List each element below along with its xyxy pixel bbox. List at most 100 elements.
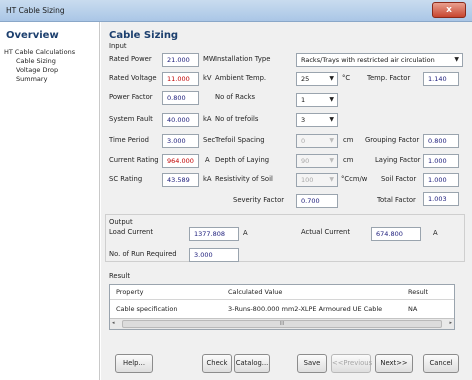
page-title: Cable Sizing bbox=[109, 30, 179, 41]
result-table[interactable]: Property Calculated Value Result Cable s… bbox=[109, 284, 455, 330]
resistivity-of-soil-select[interactable]: 100 ▼ bbox=[296, 173, 338, 187]
column-header-calculated-value: Calculated Value bbox=[228, 288, 283, 296]
check-button[interactable]: Check bbox=[202, 354, 232, 373]
depth-of-laying-select[interactable]: 90 ▼ bbox=[296, 154, 338, 168]
sc-rating-field[interactable]: 43.589 bbox=[162, 173, 199, 187]
scroll-right-icon[interactable]: ▸ bbox=[449, 320, 452, 326]
trefoil-spacing-unit: cm bbox=[343, 136, 354, 144]
installation-type-select[interactable]: Racks/Trays with restricted air circulat… bbox=[296, 53, 463, 67]
load-current-field[interactable]: 1377.808 bbox=[189, 227, 239, 241]
rated-voltage-label: Rated Voltage bbox=[109, 74, 157, 82]
rated-voltage-field[interactable]: 11.000 bbox=[162, 72, 199, 86]
catalog-button[interactable]: Catalog... bbox=[234, 354, 270, 373]
trefoil-spacing-select[interactable]: 0 ▼ bbox=[296, 134, 338, 148]
table-cell-result: NA bbox=[408, 305, 418, 313]
horizontal-scrollbar[interactable]: ◂ III ▸ bbox=[110, 318, 454, 329]
severity-factor-field[interactable]: 0.700 bbox=[296, 194, 338, 208]
rated-voltage-unit: kV bbox=[203, 74, 212, 82]
no-of-racks-label: No of Racks bbox=[215, 93, 256, 101]
soil-factor-label: Soil Factor bbox=[381, 175, 417, 183]
save-button[interactable]: Save bbox=[297, 354, 327, 373]
load-current-unit: A bbox=[243, 229, 248, 237]
installation-type-label: Installation Type bbox=[215, 55, 271, 63]
sidebar-item-summary[interactable]: Summary bbox=[16, 75, 47, 83]
chevron-down-icon: ▼ bbox=[329, 157, 334, 164]
sidebar-item-cable-sizing[interactable]: Cable Sizing bbox=[16, 57, 56, 65]
trefoil-spacing-value: 0 bbox=[301, 137, 306, 145]
ambient-temp-unit: °C bbox=[342, 74, 351, 82]
temp-factor-label: Temp. Factor bbox=[367, 74, 411, 82]
column-header-result: Result bbox=[408, 288, 429, 296]
total-factor-label: Total Factor bbox=[377, 196, 416, 204]
time-period-field[interactable]: 3.000 bbox=[162, 134, 199, 148]
trefoil-spacing-label: Trefoil Spacing bbox=[215, 136, 265, 144]
title-bar: HT Cable Sizing x bbox=[0, 0, 472, 22]
laying-factor-field[interactable]: 1.000 bbox=[423, 154, 459, 168]
table-cell-calculated-value: 3-Runs-800.000 mm2-XLPE Armoured UE Cabl… bbox=[228, 305, 383, 313]
chevron-down-icon: ▼ bbox=[329, 75, 334, 82]
temp-factor-field[interactable]: 1.140 bbox=[423, 72, 459, 86]
depth-of-laying-unit: cm bbox=[343, 156, 354, 164]
sidebar-header: Overview bbox=[6, 30, 59, 41]
current-rating-field[interactable]: 964.000 bbox=[162, 154, 199, 168]
column-header-property: Property bbox=[116, 288, 144, 296]
time-period-unit: Sec bbox=[203, 136, 216, 144]
power-factor-field[interactable]: 0.800 bbox=[162, 91, 199, 105]
sc-rating-unit: kA bbox=[203, 175, 212, 183]
table-cell-property: Cable specification bbox=[116, 305, 178, 313]
ambient-temp-select[interactable]: 25 ▼ bbox=[296, 72, 338, 86]
result-section-label: Result bbox=[109, 272, 131, 280]
resistivity-of-soil-unit: °Ccm/w bbox=[341, 175, 368, 183]
current-rating-unit: A bbox=[205, 156, 210, 164]
rated-power-label: Rated Power bbox=[109, 55, 152, 63]
next-button[interactable]: Next>> bbox=[375, 354, 413, 373]
system-fault-field[interactable]: 40.000 bbox=[162, 113, 199, 127]
input-section-label: Input bbox=[109, 42, 127, 50]
no-of-racks-value: 1 bbox=[301, 96, 306, 104]
header-divider bbox=[110, 299, 454, 300]
previous-button[interactable]: <<Previous bbox=[331, 354, 372, 373]
soil-factor-field[interactable]: 1.000 bbox=[423, 173, 459, 187]
sidebar-item-ht-cable-calculations[interactable]: HT Cable Calculations bbox=[4, 48, 75, 56]
runs-required-field[interactable]: 3.000 bbox=[189, 248, 239, 262]
cancel-button[interactable]: Cancel bbox=[423, 354, 459, 373]
total-factor-field[interactable]: 1.003 bbox=[423, 192, 459, 206]
actual-current-label: Actual Current bbox=[301, 228, 350, 236]
rated-power-field[interactable]: 21.000 bbox=[162, 53, 199, 67]
actual-current-unit: A bbox=[433, 229, 438, 237]
grouping-factor-field[interactable]: 0.800 bbox=[423, 134, 459, 148]
sc-rating-label: SC Rating bbox=[109, 175, 143, 183]
grouping-factor-label: Grouping Factor bbox=[365, 136, 420, 144]
chevron-down-icon: ▼ bbox=[329, 176, 334, 183]
chevron-down-icon: ▼ bbox=[329, 116, 334, 123]
scroll-left-icon[interactable]: ◂ bbox=[112, 320, 115, 326]
load-current-label: Load Current bbox=[109, 228, 153, 236]
severity-factor-label: Severity Factor bbox=[233, 196, 285, 204]
sidebar-item-voltage-drop[interactable]: Voltage Drop bbox=[16, 66, 58, 74]
close-button[interactable]: x bbox=[432, 2, 466, 18]
help-button[interactable]: Help... bbox=[115, 354, 153, 373]
resistivity-of-soil-label: Resistivity of Soil bbox=[215, 175, 273, 183]
depth-of-laying-value: 90 bbox=[301, 157, 310, 165]
runs-required-label: No. of Run Required bbox=[109, 250, 177, 258]
chevron-down-icon: ▼ bbox=[329, 96, 334, 103]
window-title: HT Cable Sizing bbox=[6, 6, 65, 15]
no-of-trefoils-label: No of trefoils bbox=[215, 115, 259, 123]
current-rating-label: Current Rating bbox=[109, 156, 159, 164]
main-panel: Cable Sizing Input Rated Power 21.000 MW… bbox=[101, 22, 472, 380]
chevron-down-icon: ▼ bbox=[329, 137, 334, 144]
actual-current-field[interactable]: 674.800 bbox=[371, 227, 421, 241]
depth-of-laying-label: Depth of Laying bbox=[215, 156, 270, 164]
output-section-label: Output bbox=[109, 218, 133, 226]
laying-factor-label: Laying Factor bbox=[375, 156, 421, 164]
system-fault-unit: kA bbox=[203, 115, 212, 123]
no-of-trefoils-value: 3 bbox=[301, 116, 306, 124]
ambient-temp-value: 25 bbox=[301, 75, 310, 83]
no-of-racks-select[interactable]: 1 ▼ bbox=[296, 93, 338, 107]
scrollbar-thumb[interactable]: III bbox=[122, 320, 442, 328]
power-factor-label: Power Factor bbox=[109, 93, 153, 101]
no-of-trefoils-select[interactable]: 3 ▼ bbox=[296, 113, 338, 127]
ambient-temp-label: Ambient Temp. bbox=[215, 74, 267, 82]
chevron-down-icon: ▼ bbox=[454, 56, 459, 63]
system-fault-label: System Fault bbox=[109, 115, 153, 123]
